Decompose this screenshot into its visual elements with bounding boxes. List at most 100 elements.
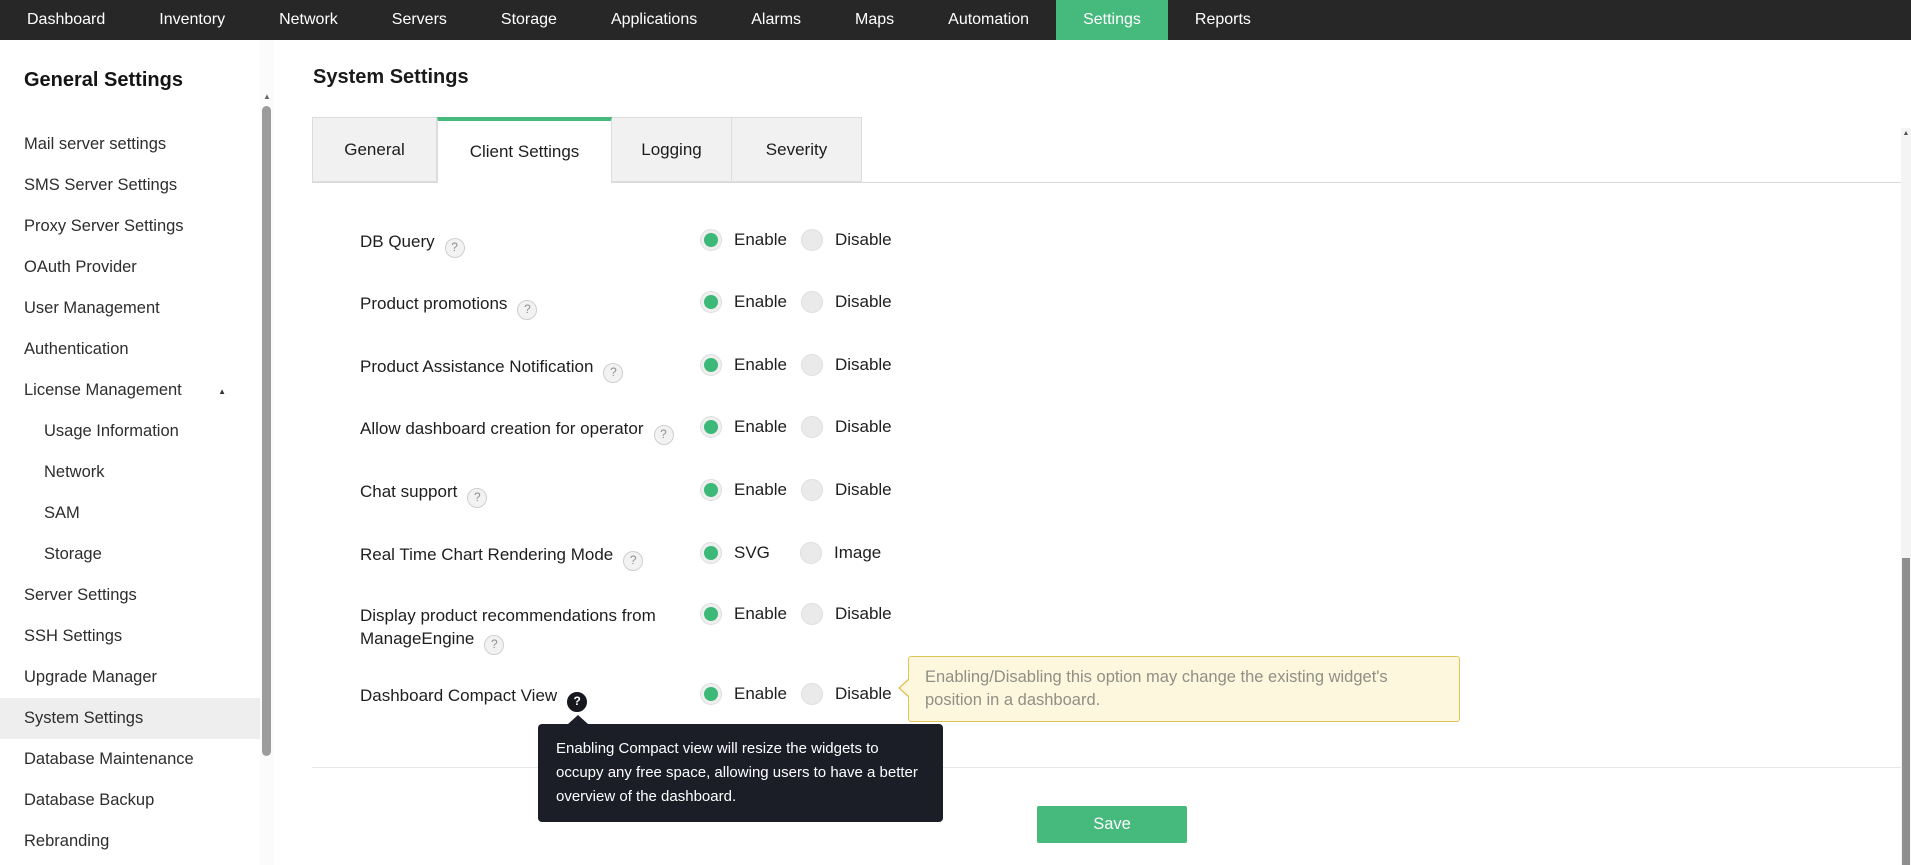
radio-group: Enable Disable: [700, 354, 906, 376]
setting-label: Dashboard Compact View: [360, 686, 558, 705]
nav-item-storage[interactable]: Storage: [474, 0, 584, 40]
nav-item-servers[interactable]: Servers: [365, 0, 474, 40]
sidebar-item-rebranding[interactable]: Rebranding ▲: [0, 821, 260, 862]
radio-option-disable[interactable]: Disable: [800, 479, 906, 501]
page-title: System Settings: [313, 66, 469, 88]
radio-icon: [700, 354, 722, 376]
sidebar-scrollbar[interactable]: ▲: [260, 40, 274, 865]
radio-option-enable[interactable]: Enable: [700, 229, 801, 251]
nav-item-applications[interactable]: Applications: [584, 0, 724, 40]
radio-option-disable[interactable]: Disable: [800, 683, 906, 705]
help-icon[interactable]: ?: [603, 362, 624, 383]
radio-option-svg[interactable]: SVG: [700, 542, 800, 564]
radio-option-image[interactable]: Image: [800, 542, 895, 564]
radio-option-enable[interactable]: Enable: [700, 291, 801, 313]
scrollbar-thumb[interactable]: [262, 106, 271, 756]
radio-icon: [700, 291, 722, 313]
radio-option-disable[interactable]: Disable: [800, 416, 906, 438]
help-icon[interactable]: ?: [567, 691, 588, 712]
sidebar-item-server-settings[interactable]: Server Settings ▲: [0, 575, 260, 616]
radio-icon: [800, 229, 823, 251]
nav-item-reports[interactable]: Reports: [1168, 0, 1278, 40]
radio-icon: [700, 416, 722, 438]
save-button[interactable]: Save: [1037, 806, 1187, 843]
tab-label: Severity: [765, 139, 828, 159]
radio-group: Enable Disable: [700, 229, 906, 251]
sidebar: General Settings Mail server settings ▲ …: [0, 40, 274, 865]
radio-option-disable[interactable]: Disable: [800, 603, 906, 625]
radio-icon: [800, 683, 823, 705]
setting-label: DB Query: [360, 232, 435, 251]
radio-option-enable[interactable]: Enable: [700, 603, 801, 625]
radio-group: Enable Disable: [700, 479, 906, 501]
radio-icon: [700, 542, 722, 564]
tab-general[interactable]: General: [312, 117, 437, 182]
nav-item-maps[interactable]: Maps: [828, 0, 921, 40]
nav-item-inventory[interactable]: Inventory: [132, 0, 252, 40]
sidebar-item-sms-server-settings[interactable]: SMS Server Settings ▲: [0, 165, 260, 206]
nav-item-network[interactable]: Network: [252, 0, 365, 40]
sidebar-item-storage[interactable]: Storage ▲: [0, 534, 260, 575]
tab-label: Client Settings: [469, 142, 580, 161]
sidebar-item-ssh-settings[interactable]: SSH Settings ▲: [0, 616, 260, 657]
help-icon[interactable]: ?: [623, 550, 644, 571]
radio-option-enable[interactable]: Enable: [700, 354, 801, 376]
nav-item-alarms[interactable]: Alarms: [724, 0, 828, 40]
radio-group: SVG Image: [700, 542, 895, 564]
sidebar-item-authentication[interactable]: Authentication ▲: [0, 329, 260, 370]
sidebar-item-sam[interactable]: SAM ▲: [0, 493, 260, 534]
setting-label: Chat support: [360, 482, 458, 501]
tab-label: Logging: [641, 139, 702, 159]
radio-icon: [800, 542, 822, 564]
radio-option-disable[interactable]: Disable: [800, 354, 906, 376]
sidebar-item-proxy-server-settings[interactable]: Proxy Server Settings ▲: [0, 206, 260, 247]
sidebar-item-network[interactable]: Network ▲: [0, 452, 260, 493]
tab-client-settings[interactable]: Client Settings: [437, 117, 612, 183]
warning-text: Enabling/Disabling this option may chang…: [925, 668, 1388, 709]
scrollbar-thumb[interactable]: [1902, 558, 1910, 865]
nav-item-dashboard[interactable]: Dashboard: [0, 0, 132, 40]
caret-up-icon[interactable]: ▲: [218, 371, 226, 412]
radio-icon: [800, 416, 823, 438]
help-icon[interactable]: ?: [467, 487, 488, 508]
scrollbar-up-icon[interactable]: ▲: [1901, 130, 1911, 137]
setting-label: Product Assistance Notification: [360, 357, 594, 376]
radio-option-enable[interactable]: Enable: [700, 416, 801, 438]
sidebar-item-mail-server-settings[interactable]: Mail server settings ▲: [0, 124, 260, 165]
nav-item-settings[interactable]: Settings: [1056, 0, 1168, 40]
tab-severity[interactable]: Severity: [732, 117, 862, 182]
radio-icon: [700, 479, 722, 501]
scrollbar-up-icon[interactable]: ▲: [260, 92, 274, 101]
sidebar-item-usage-information[interactable]: Usage Information ▲: [0, 411, 260, 452]
top-nav: Dashboard Inventory Network Servers Storage A…: [0, 0, 1911, 40]
help-icon[interactable]: ?: [517, 299, 538, 320]
radio-option-disable[interactable]: Disable: [800, 229, 906, 251]
sidebar-item-database-backup[interactable]: Database Backup ▲: [0, 780, 260, 821]
sidebar-title: General Settings: [24, 69, 183, 91]
sidebar-item-user-management[interactable]: User Management ▲: [0, 288, 260, 329]
tab-logging[interactable]: Logging: [612, 117, 732, 182]
radio-icon: [800, 603, 823, 625]
radio-option-enable[interactable]: Enable: [700, 479, 801, 501]
main-content: System Settings General Client Settings …: [274, 40, 1911, 865]
sidebar-item-database-maintenance[interactable]: Database Maintenance ▲: [0, 739, 260, 780]
sidebar-item-license-management[interactable]: License Management ▲: [0, 370, 260, 411]
main-scrollbar[interactable]: ▲: [1901, 128, 1911, 865]
tab-bar: General Client Settings Logging Severity: [312, 117, 1902, 183]
radio-option-disable[interactable]: Disable: [800, 291, 906, 313]
setting-label: Product promotions: [360, 294, 508, 313]
radio-icon: [800, 291, 823, 313]
sidebar-item-oauth-provider[interactable]: OAuth Provider ▲: [0, 247, 260, 288]
help-icon[interactable]: ?: [484, 634, 505, 655]
nav-item-automation[interactable]: Automation: [921, 0, 1056, 40]
sidebar-item-system-settings[interactable]: System Settings ▲: [0, 698, 260, 739]
radio-icon: [800, 354, 823, 376]
setting-label: Allow dashboard creation for operator: [360, 419, 644, 438]
sidebar-item-upgrade-manager[interactable]: Upgrade Manager ▲: [0, 657, 260, 698]
setting-label: Display product recommendations from Man…: [360, 606, 656, 648]
radio-icon: [700, 229, 722, 251]
help-icon[interactable]: ?: [444, 237, 465, 258]
radio-option-enable[interactable]: Enable: [700, 683, 801, 705]
help-icon[interactable]: ?: [653, 424, 674, 445]
tab-label: General: [344, 139, 405, 159]
